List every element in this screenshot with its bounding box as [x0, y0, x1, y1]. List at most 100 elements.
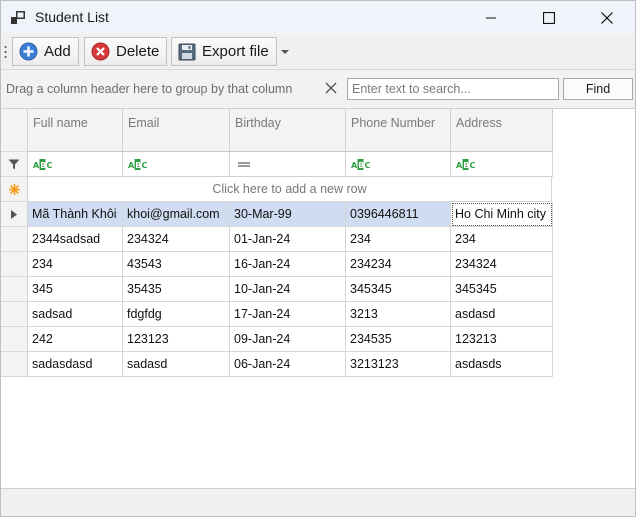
cell-full-name[interactable]: Mã Thành Khôi — [28, 202, 123, 227]
cell-full-name[interactable]: 2344sadsad — [28, 227, 123, 252]
cell-email[interactable]: sadasd — [123, 352, 230, 377]
filter-cell-phone-number[interactable]: ABC — [346, 152, 451, 177]
cell-phone-number[interactable]: 234 — [346, 227, 451, 252]
cell-address[interactable]: 123213 — [451, 327, 553, 352]
minimize-button[interactable] — [461, 1, 521, 34]
text-filter-icon: ABC — [128, 159, 148, 170]
group-by-hint: Drag a column header here to group by th… — [6, 82, 293, 96]
svg-text:B: B — [463, 161, 469, 170]
cell-phone-number[interactable]: 234234 — [346, 252, 451, 277]
equals-filter-icon — [238, 162, 250, 167]
filter-cell-address[interactable]: ABC — [451, 152, 553, 177]
add-icon — [19, 42, 38, 61]
column-header-birthday[interactable]: Birthday — [230, 109, 346, 152]
svg-text:C: C — [47, 161, 53, 170]
cell-email[interactable]: 123123 — [123, 327, 230, 352]
title-bar[interactable]: Student List — [1, 1, 635, 34]
search-input[interactable] — [347, 78, 559, 100]
close-icon — [601, 11, 613, 24]
delete-button[interactable]: Delete — [84, 37, 168, 66]
student-grid: Full name Email Birthday Phone Number Ad… — [1, 109, 635, 488]
cell-email[interactable]: 35435 — [123, 277, 230, 302]
export-file-button-label: Export file — [202, 43, 269, 60]
cell-birthday[interactable]: 01-Jan-24 — [230, 227, 346, 252]
svg-text:A: A — [351, 161, 358, 170]
new-row-star-icon — [9, 184, 20, 195]
filter-cell-birthday[interactable] — [230, 152, 346, 177]
cell-address[interactable]: Ho Chi Minh city — [451, 202, 553, 227]
maximize-icon — [543, 11, 555, 24]
cell-address[interactable]: asdasds — [451, 352, 553, 377]
cell-address[interactable]: asdasd — [451, 302, 553, 327]
window-title: Student List — [35, 9, 109, 25]
row-indicator[interactable] — [1, 227, 28, 252]
export-file-button[interactable]: Export file — [171, 37, 277, 66]
cell-address[interactable]: 345345 — [451, 277, 553, 302]
cell-full-name[interactable]: sadsad — [28, 302, 123, 327]
toolbar-dropdown-icon[interactable] — [279, 47, 291, 57]
cell-birthday[interactable]: 17-Jan-24 — [230, 302, 346, 327]
cell-full-name[interactable]: 345 — [28, 277, 123, 302]
cell-email[interactable]: 43543 — [123, 252, 230, 277]
row-indicator[interactable] — [1, 352, 28, 377]
svg-text:B: B — [358, 161, 364, 170]
row-indicator[interactable] — [1, 252, 28, 277]
header-corner — [1, 109, 28, 152]
svg-text:A: A — [456, 161, 463, 170]
toolbar-grip-icon[interactable] — [4, 45, 7, 59]
cell-full-name[interactable]: 234 — [28, 252, 123, 277]
group-panel: Drag a column header here to group by th… — [1, 70, 635, 109]
add-button-label: Add — [44, 43, 71, 60]
find-button[interactable]: Find — [563, 78, 633, 100]
svg-text:C: C — [470, 161, 476, 170]
column-header-email[interactable]: Email — [123, 109, 230, 152]
add-new-row[interactable]: Click here to add a new row — [28, 177, 552, 202]
filter-row-indicator — [1, 152, 28, 177]
add-button[interactable]: Add — [12, 37, 79, 66]
cell-email[interactable]: fdgfdg — [123, 302, 230, 327]
current-row-arrow-icon — [11, 210, 17, 219]
status-bar — [1, 488, 635, 516]
column-header-address[interactable]: Address — [451, 109, 553, 152]
cell-phone-number[interactable]: 3213123 — [346, 352, 451, 377]
cell-birthday[interactable]: 09-Jan-24 — [230, 327, 346, 352]
save-disk-icon — [178, 43, 196, 60]
cell-birthday[interactable]: 06-Jan-24 — [230, 352, 346, 377]
cell-birthday[interactable]: 16-Jan-24 — [230, 252, 346, 277]
cell-phone-number[interactable]: 234535 — [346, 327, 451, 352]
row-indicator[interactable] — [1, 202, 28, 227]
cell-email[interactable]: 234324 — [123, 227, 230, 252]
cell-birthday[interactable]: 10-Jan-24 — [230, 277, 346, 302]
text-filter-icon: ABC — [351, 159, 371, 170]
cell-address[interactable]: 234324 — [451, 252, 553, 277]
cell-full-name[interactable]: sadasdasd — [28, 352, 123, 377]
new-row-indicator — [1, 177, 28, 202]
filter-icon — [8, 159, 20, 170]
text-filter-icon: ABC — [456, 159, 476, 170]
app-icon — [11, 11, 25, 24]
clear-search-icon[interactable] — [324, 81, 338, 95]
filter-cell-email[interactable]: ABC — [123, 152, 230, 177]
cell-birthday[interactable]: 30-Mar-99 — [230, 202, 346, 227]
svg-text:A: A — [33, 161, 40, 170]
svg-text:C: C — [365, 161, 371, 170]
row-indicator[interactable] — [1, 302, 28, 327]
maximize-button[interactable] — [519, 1, 579, 34]
row-indicator[interactable] — [1, 277, 28, 302]
cell-address[interactable]: 234 — [451, 227, 553, 252]
cell-phone-number[interactable]: 345345 — [346, 277, 451, 302]
cell-full-name[interactable]: 242 — [28, 327, 123, 352]
cell-phone-number[interactable]: 0396446811 — [346, 202, 451, 227]
toolbar: Add Delete Export file — [1, 34, 635, 70]
cell-email[interactable]: khoi@gmail.com — [123, 202, 230, 227]
cell-phone-number[interactable]: 3213 — [346, 302, 451, 327]
minimize-icon — [486, 17, 496, 18]
svg-text:A: A — [128, 161, 135, 170]
row-indicator[interactable] — [1, 327, 28, 352]
column-header-full-name[interactable]: Full name — [28, 109, 123, 152]
close-button[interactable] — [577, 1, 636, 34]
svg-text:B: B — [40, 161, 46, 170]
delete-button-label: Delete — [116, 43, 160, 60]
filter-cell-full-name[interactable]: ABC — [28, 152, 123, 177]
column-header-phone-number[interactable]: Phone Number — [346, 109, 451, 152]
